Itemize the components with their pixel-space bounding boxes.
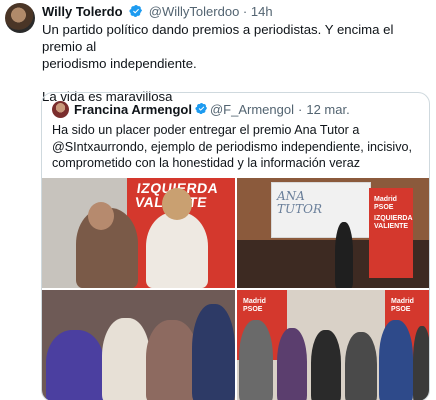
photo-stage[interactable]: ANA TUTOR Madrid PSOE IZQUIERDA VALIENTE bbox=[237, 178, 429, 288]
photo-applause[interactable]: Madrid PSOE Madrid PSOE bbox=[237, 290, 429, 400]
quoted-author-handle: @F_Armengol bbox=[209, 102, 294, 117]
standing-person bbox=[311, 330, 341, 400]
screen-text: ANA TUTOR bbox=[277, 189, 322, 216]
panel-text: Madrid PSOE bbox=[243, 298, 266, 313]
photo-audience[interactable] bbox=[42, 290, 235, 400]
stand-text: Madrid PSOE IZQUIERDA VALIENTE bbox=[374, 196, 413, 230]
audience-person bbox=[146, 320, 198, 400]
standing-person bbox=[379, 320, 413, 400]
standing-person bbox=[413, 326, 429, 400]
standing-person bbox=[345, 332, 377, 400]
quoted-header: Francina Armengol @F_Armengol · 12 mar. bbox=[52, 101, 350, 118]
photo-award-handover[interactable]: IZQUIERDA VALIENTE bbox=[42, 178, 235, 288]
quoted-text-line: Ha sido un placer poder entregar el prem… bbox=[52, 123, 360, 137]
tweet-text-line: Un partido político dando premios a peri… bbox=[42, 22, 394, 54]
person-head bbox=[88, 202, 114, 230]
audience-person bbox=[102, 318, 150, 400]
quoted-text: Ha sido un placer poder entregar el prem… bbox=[52, 122, 424, 172]
person-figure bbox=[146, 212, 208, 288]
audience-person bbox=[192, 304, 235, 400]
standing-person bbox=[277, 328, 307, 400]
quoted-author-avatar bbox=[52, 101, 69, 118]
quoted-text-line: comprometido con la honestidad y la info… bbox=[52, 156, 361, 170]
separator-dot: · bbox=[242, 4, 248, 19]
quoted-tweet[interactable]: Francina Armengol @F_Armengol · 12 mar. … bbox=[41, 92, 430, 400]
audience-person bbox=[46, 330, 104, 400]
standing-person bbox=[239, 320, 273, 400]
author-name[interactable]: Willy Tolerdo bbox=[42, 4, 123, 19]
author-handle[interactable]: @WillyTolerdoo bbox=[149, 4, 240, 19]
quoted-time: 12 mar. bbox=[306, 102, 350, 117]
quoted-author-name: Francina Armengol bbox=[74, 102, 192, 117]
media-grid: IZQUIERDA VALIENTE ANA TUTOR Madrid PSOE… bbox=[42, 178, 429, 400]
author-avatar[interactable] bbox=[5, 3, 35, 33]
quoted-text-line: @SIntxaurrondo, ejemplo de periodismo in… bbox=[52, 139, 413, 154]
panel-text: Madrid PSOE bbox=[391, 298, 414, 313]
speaker-figure bbox=[335, 222, 353, 288]
verified-badge-icon bbox=[195, 102, 208, 118]
separator-dot: · bbox=[298, 102, 303, 117]
verified-badge-icon bbox=[129, 4, 143, 21]
tweet-time[interactable]: 14h bbox=[251, 4, 273, 19]
tweet-header: Willy Tolerdo @WillyTolerdoo · 14h bbox=[42, 4, 273, 21]
person-head bbox=[162, 188, 192, 220]
tweet-text-line: periodismo independiente. bbox=[42, 56, 197, 71]
